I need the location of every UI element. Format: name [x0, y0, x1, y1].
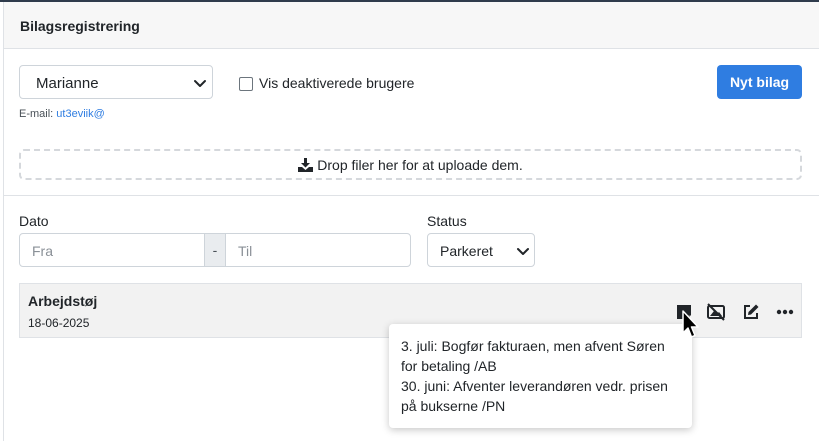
date-range-separator: -: [204, 233, 226, 267]
notes-tooltip: 3. juli: Bogfør fakturaen, men afvent Sø…: [389, 324, 692, 428]
new-voucher-button[interactable]: Nyt bilag: [717, 65, 802, 99]
date-label: Dato: [19, 213, 49, 229]
registration-card: Bilagsregistrering Marianne Vis deaktive…: [3, 2, 819, 441]
status-label: Status: [427, 213, 467, 229]
download-icon: [298, 157, 317, 173]
show-inactive-label: Vis deaktiverede brugere: [259, 75, 415, 91]
email-row: E-mail: ut3eviik@: [19, 108, 105, 120]
dropzone-text: Drop filer her for at uploade dem.: [317, 157, 523, 173]
tooltip-line: 3. juli: Bogfør fakturaen, men afvent Sø…: [401, 338, 665, 354]
date-to-placeholder: Til: [238, 243, 253, 259]
card-header: Bilagsregistrering: [4, 2, 819, 49]
show-inactive-checkbox[interactable]: [239, 77, 253, 91]
hide-image-icon[interactable]: [706, 303, 725, 321]
tooltip-line: på bukserne /PN: [401, 398, 506, 414]
email-label: E-mail:: [19, 108, 54, 120]
tooltip-line: 30. juni: Afventer leverandøren vedr. pr…: [401, 378, 668, 394]
section-divider: [4, 195, 819, 196]
date-to-input[interactable]: Til: [225, 233, 411, 267]
chevron-down-icon: [193, 76, 207, 90]
user-select[interactable]: Marianne: [19, 65, 213, 99]
voucher-date: 18-06-2025: [28, 316, 90, 330]
status-select[interactable]: Parkeret: [427, 233, 535, 267]
cursor-icon: [681, 310, 701, 340]
page-title: Bilagsregistrering: [20, 18, 140, 34]
more-icon[interactable]: [776, 303, 794, 321]
date-from-placeholder: Fra: [32, 243, 53, 259]
dropzone-content: Drop filer her for at uploade dem.: [21, 157, 800, 173]
file-dropzone[interactable]: Drop filer her for at uploade dem.: [19, 149, 802, 180]
email-link[interactable]: ut3eviik@: [56, 108, 104, 120]
date-from-input[interactable]: Fra: [19, 233, 205, 267]
chevron-down-icon: [516, 244, 530, 258]
voucher-title: Arbejdstøj: [28, 293, 98, 309]
status-select-value: Parkeret: [440, 243, 493, 259]
user-select-value: Marianne: [36, 75, 99, 92]
edit-icon[interactable]: [742, 303, 760, 321]
tooltip-line: for betaling /AB: [401, 358, 497, 374]
